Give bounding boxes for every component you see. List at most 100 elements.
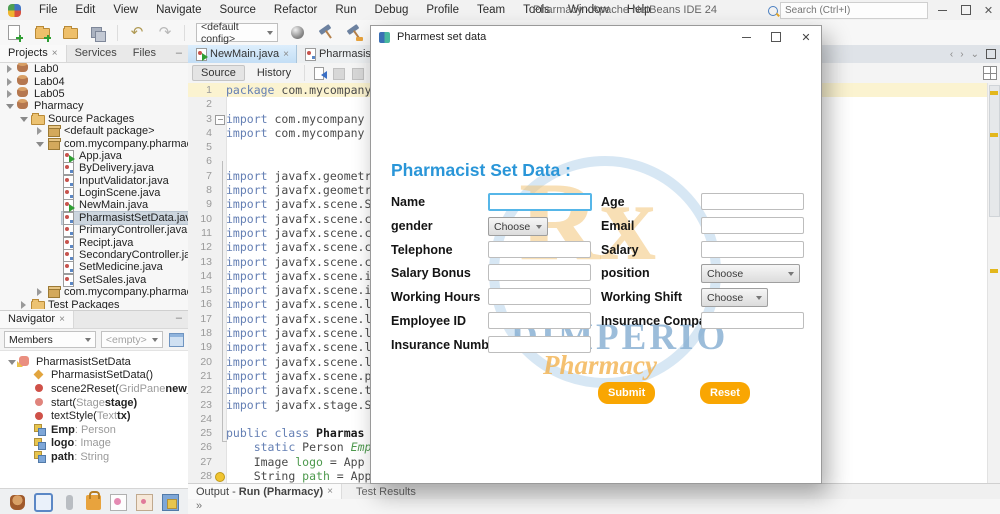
expand-icon[interactable] xyxy=(36,127,44,136)
expand-icon[interactable] xyxy=(6,65,14,74)
tab-test-results[interactable]: Test Results xyxy=(342,484,430,499)
scrollbar-thumb[interactable] xyxy=(989,85,1000,217)
close-icon[interactable]: × xyxy=(327,486,333,497)
undo-button[interactable]: ↶ xyxy=(128,24,146,42)
scroll-left-icon[interactable]: ‹ xyxy=(950,49,953,60)
search-input[interactable] xyxy=(780,2,928,19)
expand-icon[interactable] xyxy=(36,288,44,297)
nav-item-textstyle[interactable]: textStyle(Text tx) xyxy=(0,409,188,423)
dialog-close-button[interactable]: ✕ xyxy=(791,26,821,48)
menu-edit[interactable]: Edit xyxy=(67,0,105,20)
tree-item-source-packages[interactable]: Source Packages xyxy=(0,112,188,125)
collapse-icon[interactable] xyxy=(8,358,16,366)
hint-lightbulb-icon[interactable] xyxy=(215,472,225,483)
minimize-panel-icon[interactable]: – xyxy=(176,45,182,61)
source-view-button[interactable]: Source xyxy=(192,65,245,81)
dialog-titlebar[interactable]: Pharmest set data ✕ xyxy=(371,26,821,48)
statusbar-icon-2[interactable] xyxy=(34,492,53,512)
expand-output-icon[interactable]: » xyxy=(196,500,202,512)
statusbar-icon-1[interactable] xyxy=(10,494,25,510)
show-inherited-icon[interactable] xyxy=(168,332,184,347)
tree-item-classes-package[interactable]: com.mycompany.pharmacy.Classes xyxy=(0,286,188,299)
forward-button[interactable] xyxy=(351,67,365,80)
position-select[interactable]: Choose xyxy=(701,264,800,283)
tree-item-newmain-java[interactable]: NewMain.java xyxy=(0,199,188,213)
scroll-right-icon[interactable]: › xyxy=(960,49,963,60)
split-editor-icon[interactable] xyxy=(983,66,997,80)
filter-selector[interactable]: <empty> xyxy=(100,331,163,348)
profile-button[interactable] xyxy=(289,24,307,42)
tree-item-lab05[interactable]: Lab05 xyxy=(0,86,188,100)
warning-mark[interactable] xyxy=(990,269,998,273)
collapse-icon[interactable] xyxy=(20,115,28,123)
expand-icon[interactable] xyxy=(6,89,14,98)
warning-mark[interactable] xyxy=(990,91,998,95)
working-hours-input[interactable] xyxy=(488,288,591,305)
menu-source[interactable]: Source xyxy=(210,0,264,20)
tab-services[interactable]: Services xyxy=(67,45,125,62)
back-button[interactable] xyxy=(332,67,346,80)
tree-item-pharmasistsetdata-java[interactable]: PharmasistSetData.java xyxy=(0,210,188,225)
tree-item-secondarycontroller-java[interactable]: SecondaryController.java xyxy=(0,249,188,263)
nav-item-logo-field[interactable]: logo : Image xyxy=(0,437,188,451)
tree-item-setmedicine-java[interactable]: SetMedicine.java xyxy=(0,261,188,275)
statusbar-icon-7[interactable] xyxy=(162,493,179,511)
insurance-number-input[interactable] xyxy=(488,336,591,353)
menu-file[interactable]: File xyxy=(30,0,67,20)
tree-item-lab04[interactable]: Lab04 xyxy=(0,74,188,88)
close-icon[interactable]: × xyxy=(59,314,65,325)
collapse-icon[interactable] xyxy=(6,102,14,110)
maximize-editor-icon[interactable] xyxy=(986,49,996,59)
scope-selector[interactable]: Members xyxy=(4,331,96,348)
nav-item-class[interactable]: PharmasistSetData xyxy=(0,355,188,369)
close-icon[interactable]: × xyxy=(283,49,289,60)
tree-item-app-java[interactable]: App.java xyxy=(0,149,188,163)
history-view-button[interactable]: History xyxy=(249,66,299,80)
build-button[interactable] xyxy=(317,23,335,42)
nav-item-path-field[interactable]: path : String xyxy=(0,450,188,464)
dialog-minimize-button[interactable] xyxy=(731,26,761,48)
tab-list-icon[interactable]: ⌄ xyxy=(971,49,979,60)
name-input[interactable] xyxy=(488,193,592,211)
statusbar-icon-6[interactable] xyxy=(136,493,153,511)
statusbar-icon-3[interactable] xyxy=(66,494,73,510)
clean-build-button[interactable] xyxy=(345,23,363,42)
tree-item-primarycontroller-java[interactable]: PrimaryController.java xyxy=(0,224,188,238)
redo-button[interactable]: ↷ xyxy=(156,24,174,42)
minimize-panel-icon[interactable]: – xyxy=(176,310,182,326)
tree-item-default-package[interactable]: <default package> xyxy=(0,125,188,138)
tree-item-lab0[interactable]: Lab0 xyxy=(0,63,188,75)
new-file-button[interactable] xyxy=(5,24,23,42)
tab-files[interactable]: Files xyxy=(125,45,164,62)
tab-projects[interactable]: Projects × xyxy=(0,45,67,62)
last-edit-position-button[interactable] xyxy=(313,66,328,80)
tab-newmain-java[interactable]: NewMain.java × xyxy=(188,45,297,63)
tree-item-recipt-java[interactable]: Recipt.java xyxy=(0,236,188,250)
menu-run[interactable]: Run xyxy=(326,0,365,20)
config-selector[interactable]: <default config> xyxy=(196,21,278,45)
reset-button[interactable]: Reset xyxy=(700,382,750,404)
tab-navigator[interactable]: Navigator × xyxy=(0,311,74,328)
menu-navigate[interactable]: Navigate xyxy=(147,0,210,20)
close-button[interactable]: ✕ xyxy=(977,0,1000,20)
telephone-input[interactable] xyxy=(488,241,591,258)
gender-select[interactable]: Choose xyxy=(488,217,548,236)
statusbar-icon-5[interactable] xyxy=(110,493,127,511)
dialog-maximize-button[interactable] xyxy=(761,26,791,48)
minimize-button[interactable] xyxy=(931,0,954,20)
error-stripe[interactable] xyxy=(987,83,1000,483)
close-icon[interactable]: × xyxy=(52,48,58,59)
tree-item-inputvalidator-java[interactable]: InputValidator.java xyxy=(0,174,188,188)
email-input[interactable] xyxy=(701,217,804,234)
employee-id-input[interactable] xyxy=(488,312,591,329)
tree-item-bydelivery-java[interactable]: ByDelivery.java xyxy=(0,162,188,176)
open-project-button[interactable] xyxy=(61,24,79,42)
tree-item-setsales-java[interactable]: SetSales.java xyxy=(0,273,188,287)
tree-item-pharmacy[interactable]: Pharmacy xyxy=(0,99,188,112)
nav-item-scene2reset[interactable]: scene2Reset(GridPane new_grid) xyxy=(0,382,188,396)
projects-tree[interactable]: Lab0 Lab04 Lab05 Pharmacy Source Package… xyxy=(0,63,188,309)
tree-item-main-package[interactable]: com.mycompany.pharmacy xyxy=(0,137,188,150)
tab-output-run[interactable]: Output - Run (Pharmacy) × xyxy=(188,484,342,499)
salary-bonus-input[interactable] xyxy=(488,264,591,281)
menu-debug[interactable]: Debug xyxy=(365,0,417,20)
